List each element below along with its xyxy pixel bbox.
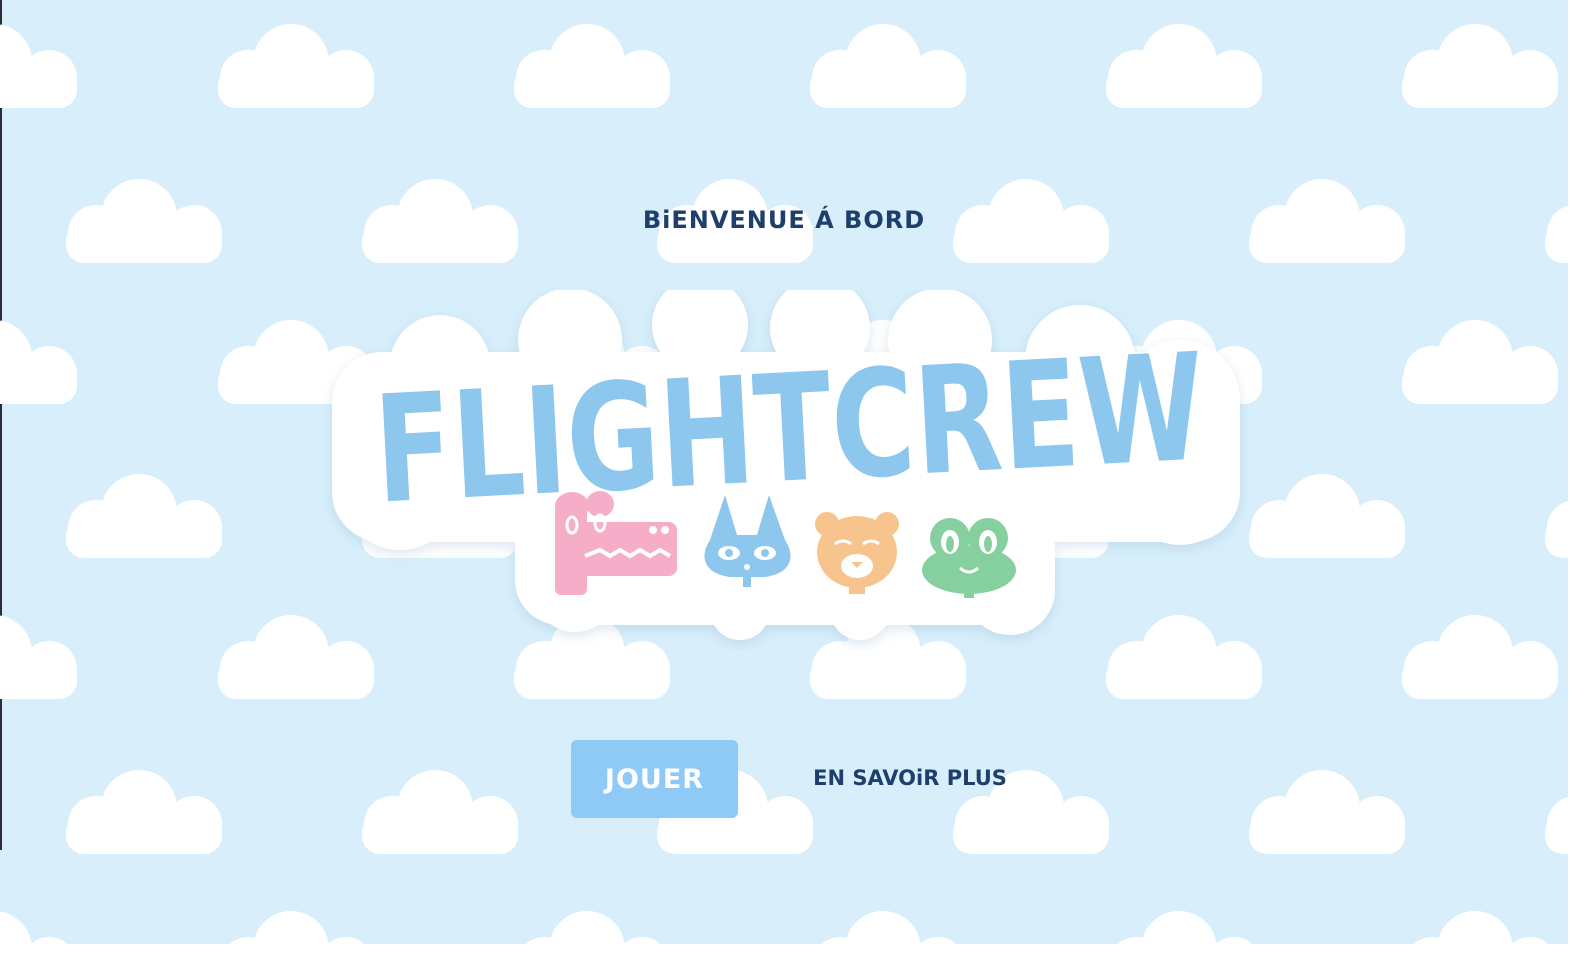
cloud-shape bbox=[1402, 24, 1558, 108]
cloud-shape bbox=[0, 911, 68, 944]
cloud-shape bbox=[0, 24, 77, 108]
cloud-shape bbox=[821, 911, 957, 944]
cloud-shape bbox=[810, 24, 966, 108]
cloud-shape bbox=[1402, 320, 1558, 404]
cloud-shape bbox=[218, 24, 374, 108]
cloud-shape bbox=[362, 770, 518, 854]
cloud-shape bbox=[514, 24, 670, 108]
cloud-shape bbox=[1117, 911, 1253, 944]
cloud-shape bbox=[66, 474, 222, 558]
home-screen: BiENVENUE Á BORD FLIGHTCREW JOUER EN SAV… bbox=[0, 0, 1568, 944]
cloud-shape bbox=[0, 615, 77, 699]
play-button[interactable]: JOUER bbox=[571, 740, 738, 818]
cloud-shape bbox=[1545, 796, 1568, 854]
learn-more-link[interactable]: EN SAVOiR PLUS bbox=[810, 760, 1010, 796]
cloud-shape bbox=[0, 320, 77, 404]
cloud-shape bbox=[1106, 24, 1262, 108]
cloud-shape bbox=[1249, 474, 1405, 558]
cloud-shape bbox=[1545, 500, 1568, 558]
cloud-shape bbox=[66, 770, 222, 854]
cloud-shape bbox=[1413, 911, 1549, 944]
welcome-heading: BiENVENUE Á BORD bbox=[642, 206, 926, 234]
cloud-shape bbox=[229, 911, 365, 944]
cloud-shape bbox=[525, 911, 661, 944]
cloud-shape bbox=[1249, 770, 1405, 854]
flightcrew-logo: FLIGHTCREW bbox=[332, 290, 1240, 640]
cloud-shape bbox=[1402, 615, 1558, 699]
